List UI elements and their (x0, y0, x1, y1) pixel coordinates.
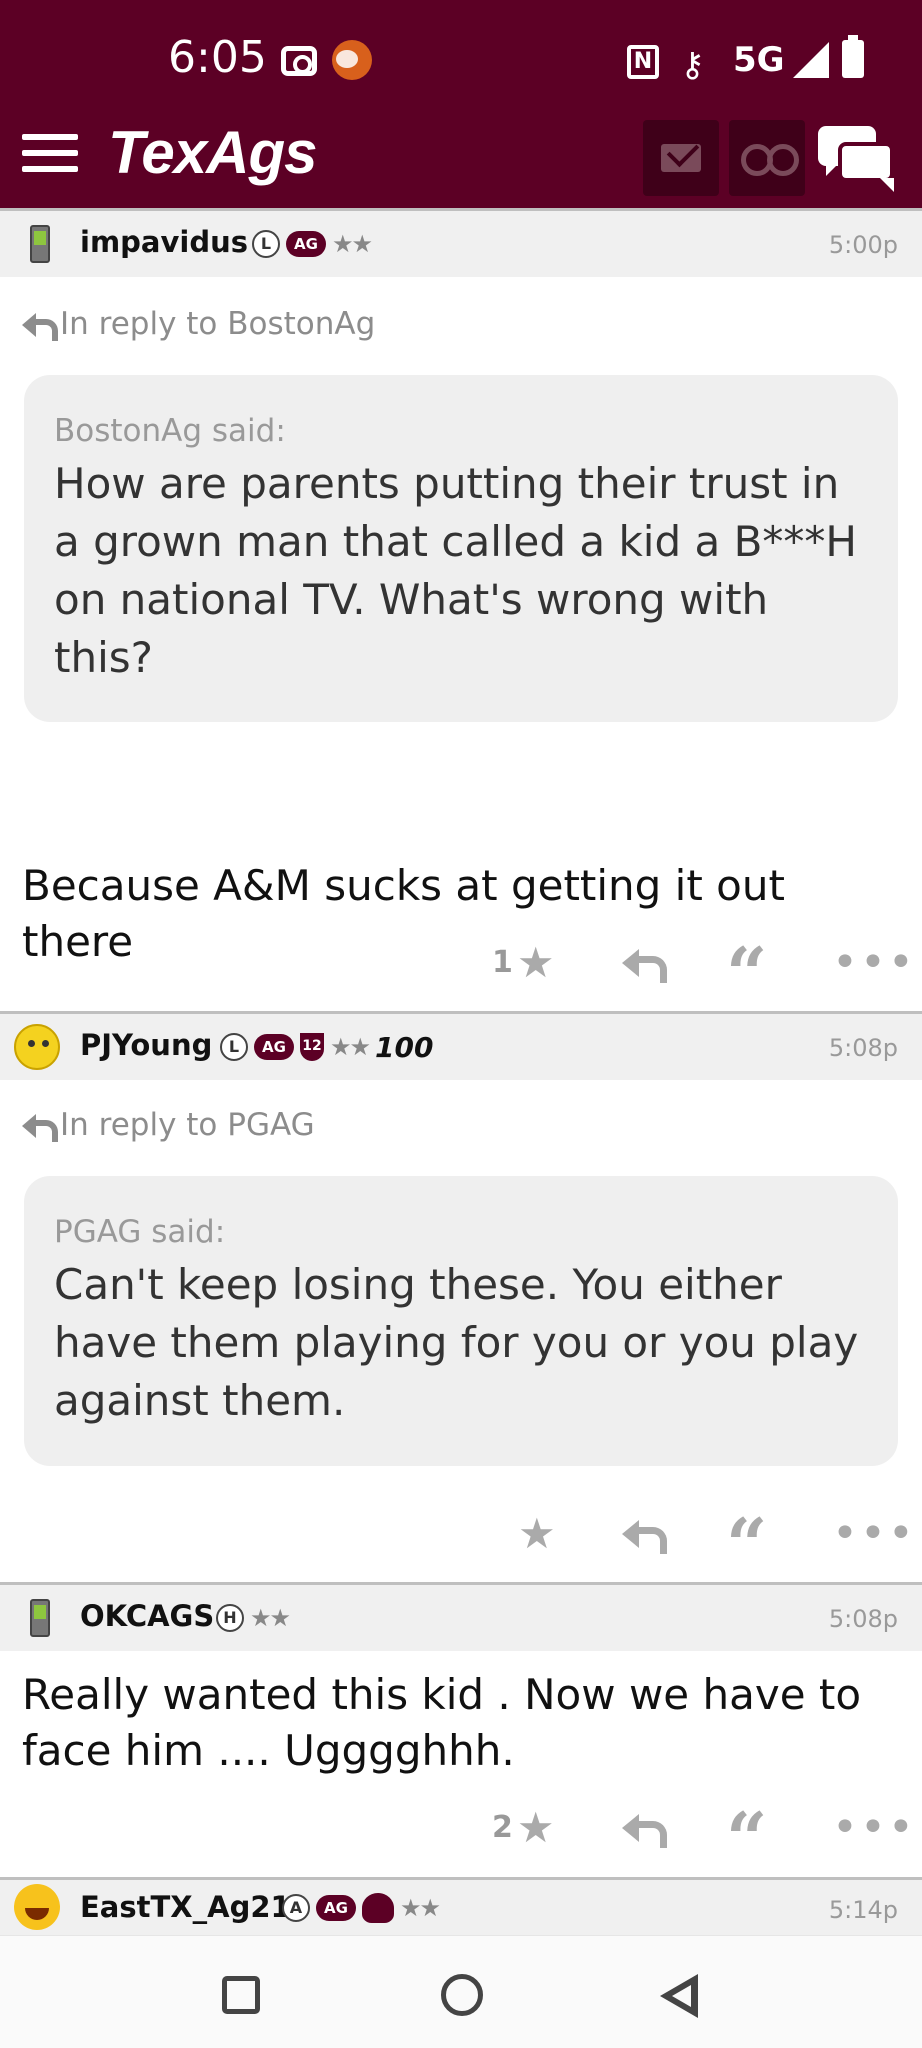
quote-icon: “ (726, 1502, 768, 1587)
star-icon: ★ (516, 1802, 555, 1852)
post-header: EastTX_Ag21 A AG ★★ 5:14p (0, 1880, 922, 1935)
reply-arrow-icon (22, 1112, 58, 1142)
badge-ag: AG (286, 231, 326, 257)
mail-icon (661, 144, 701, 172)
post-header: impavidus L AG ★★ 5:00p (0, 211, 922, 277)
recents-button[interactable] (222, 1976, 260, 2014)
quote-block: PGAG said: Can't keep losing these. You … (24, 1176, 898, 1466)
star-count: 1 (492, 944, 513, 980)
user-stars: ★★ (330, 1033, 371, 1061)
user-badges: L AG ★★ (252, 228, 373, 260)
user-stars: ★★ (332, 230, 373, 258)
more-button[interactable]: ••• (832, 1801, 916, 1853)
network-label: 5G (733, 40, 785, 80)
quote-text: Can't keep losing these. You either have… (54, 1260, 859, 1425)
reply-button[interactable] (622, 1508, 667, 1558)
nfc-icon: N (627, 45, 659, 79)
reply-button[interactable] (622, 1802, 667, 1852)
reply-arrow-icon (22, 311, 58, 341)
star-button[interactable]: 2 ★ (492, 1802, 555, 1852)
badge-l: L (220, 1033, 248, 1061)
sports-ball-icon (332, 40, 372, 80)
reply-icon (622, 1517, 667, 1554)
back-button[interactable] (660, 1974, 700, 2018)
username[interactable]: EastTX_Ag21 (80, 1890, 291, 1924)
key-icon: ⚷ (680, 45, 705, 85)
reply-to-label: In reply to PGAG (60, 1107, 315, 1143)
user-stars: ★★ (250, 1604, 291, 1632)
user-stars: ★★ (400, 1894, 441, 1922)
username[interactable]: impavidus (80, 225, 248, 259)
star-icon: ★ (516, 937, 555, 987)
avatar[interactable] (14, 1884, 60, 1930)
post-time: 5:00p (828, 231, 898, 259)
star-icon: ★ (518, 1508, 556, 1558)
binoculars-icon (741, 144, 799, 176)
quote-block: BostonAg said: How are parents putting t… (24, 375, 898, 722)
more-icon: ••• (832, 1507, 916, 1559)
more-icon: ••• (832, 936, 916, 988)
quote-button[interactable]: “ (726, 937, 767, 1010)
post-time: 5:08p (828, 1605, 898, 1633)
quote-button[interactable]: “ (726, 1508, 767, 1581)
binoculars-button[interactable] (729, 120, 805, 196)
star-button[interactable]: 1 ★ (492, 937, 555, 987)
more-icon: ••• (832, 1801, 916, 1853)
star-button[interactable]: ★ (518, 1508, 556, 1558)
post-time: 5:08p (828, 1034, 898, 1062)
quote-button[interactable]: “ (726, 1802, 767, 1875)
texags-logo[interactable]: TexAgs (108, 118, 318, 187)
username[interactable]: OKCAGS (80, 1599, 214, 1633)
user-badges: H ★★ (216, 1602, 291, 1634)
reply-link[interactable]: In reply to PGAG (22, 1107, 315, 1143)
post-header: OKCAGS H ★★ 5:08p (0, 1585, 922, 1651)
badge-a: A (282, 1894, 310, 1922)
reply-link[interactable]: In reply to BostonAg (22, 306, 375, 342)
quote-author[interactable]: PGAG said: (54, 1214, 868, 1250)
post-actions: 2 ★ “ ••• (0, 1801, 922, 1875)
top-bar: 6:05 N ⚷ 5G TexAgs (0, 0, 922, 208)
avatar[interactable] (30, 225, 50, 263)
badge-12th-man: 12 (300, 1033, 324, 1061)
badge-ag: AG (316, 1895, 356, 1921)
username[interactable]: PJYoung (80, 1028, 212, 1062)
helmet-icon (362, 1893, 394, 1923)
reply-icon (622, 946, 667, 983)
post-header: PJYoung L AG 12 ★★ 100 5:08p (0, 1014, 922, 1080)
mail-button[interactable] (643, 120, 719, 196)
more-button[interactable]: ••• (832, 936, 916, 988)
app-header: TexAgs (0, 118, 922, 208)
post-time: 5:14p (828, 1896, 898, 1924)
user-badges: A AG ★★ (282, 1892, 441, 1924)
reply-to-label: In reply to BostonAg (60, 306, 376, 342)
user-badges: L AG 12 ★★ 100 (220, 1030, 434, 1064)
chat-icon[interactable] (818, 122, 898, 192)
badge-l: L (252, 230, 280, 258)
quote-icon: “ (726, 1796, 768, 1881)
menu-icon[interactable] (22, 130, 80, 176)
post-body: Really wanted this kid . Now we have to … (22, 1670, 862, 1775)
badge-h: H (216, 1604, 244, 1632)
status-time: 6:05 (168, 32, 267, 83)
quote-text: How are parents putting their trust in a… (54, 459, 857, 682)
reply-button[interactable] (622, 937, 667, 987)
avatar[interactable] (30, 1599, 50, 1637)
home-button[interactable] (441, 1974, 483, 2016)
reply-icon (622, 1811, 667, 1848)
badge-ag: AG (254, 1034, 294, 1060)
star-count: 2 (492, 1809, 513, 1845)
post-actions: 1 ★ “ ••• (0, 936, 922, 1010)
badge-100: 100 (375, 1030, 434, 1064)
more-button[interactable]: ••• (832, 1507, 916, 1559)
camera-icon (281, 46, 317, 76)
quote-icon: “ (726, 931, 768, 1016)
signal-icon (793, 42, 829, 78)
quote-author[interactable]: BostonAg said: (54, 413, 868, 449)
status-bar: 6:05 N ⚷ 5G (0, 0, 922, 120)
avatar[interactable] (14, 1024, 60, 1070)
battery-icon (842, 35, 864, 78)
system-nav-bar (0, 1935, 922, 2048)
post-actions: ★ “ ••• (0, 1507, 922, 1581)
